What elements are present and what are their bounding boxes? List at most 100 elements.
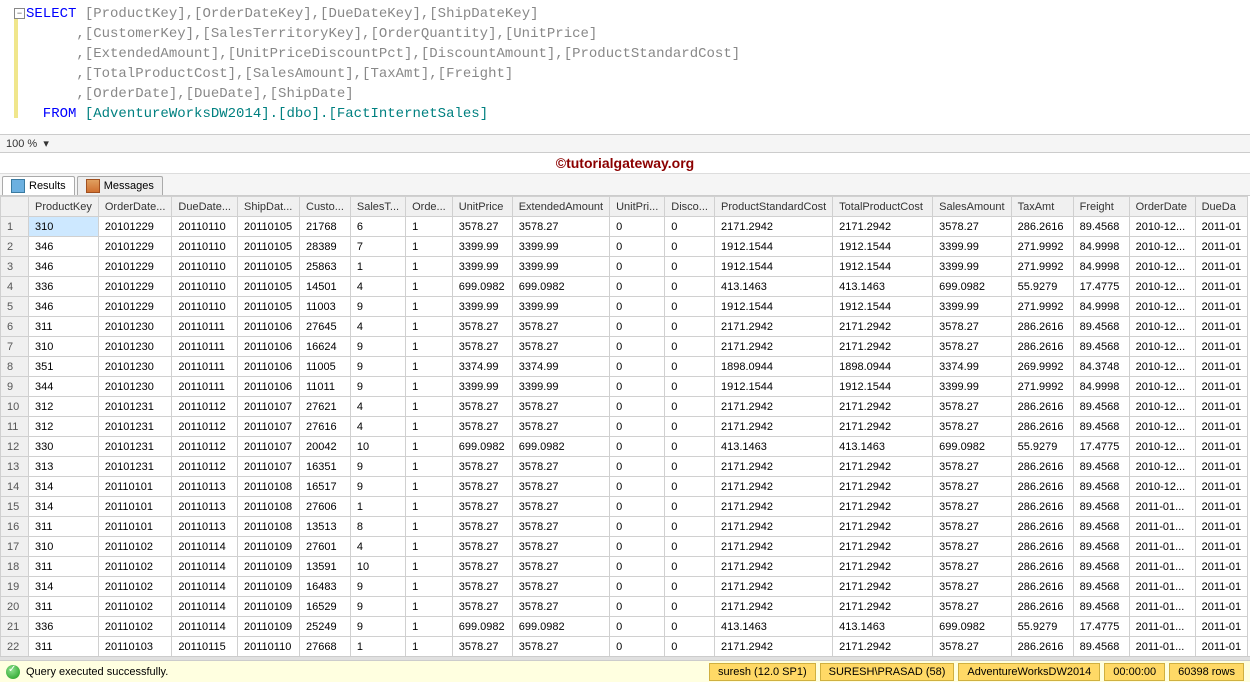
cell[interactable]: 0 xyxy=(610,377,665,397)
col-header[interactable]: ShipDat... xyxy=(238,197,300,217)
cell[interactable]: 55.9279 xyxy=(1011,437,1073,457)
cell[interactable]: 413.1463 xyxy=(833,437,933,457)
table-row[interactable]: 234620101229201101102011010528389713399.… xyxy=(1,237,1248,257)
cell[interactable]: 9 xyxy=(350,617,405,637)
cell[interactable]: 286.2616 xyxy=(1011,557,1073,577)
table-row[interactable]: 2031120110102201101142011010916529913578… xyxy=(1,597,1248,617)
cell[interactable]: 2010-12... xyxy=(1129,417,1195,437)
cell[interactable]: 9 xyxy=(350,377,405,397)
table-row[interactable]: 43362010122920110110201101051450141699.0… xyxy=(1,277,1248,297)
cell[interactable]: 0 xyxy=(665,217,715,237)
cell[interactable]: 311 xyxy=(29,317,99,337)
cell[interactable]: 2171.2942 xyxy=(833,597,933,617)
cell[interactable]: 2010-12... xyxy=(1129,257,1195,277)
cell[interactable]: 20110108 xyxy=(238,497,300,517)
cell[interactable]: 1 xyxy=(406,477,453,497)
cell[interactable]: 14 xyxy=(1,477,29,497)
cell[interactable]: 0 xyxy=(610,277,665,297)
cell[interactable]: 2011-01 xyxy=(1195,637,1248,657)
cell[interactable]: 20110107 xyxy=(238,417,300,437)
cell[interactable]: 0 xyxy=(610,257,665,277)
cell[interactable]: 1912.1544 xyxy=(714,237,832,257)
cell[interactable]: 0 xyxy=(665,517,715,537)
table-row[interactable]: 1631120110101201101132011010813513813578… xyxy=(1,517,1248,537)
cell[interactable]: 17.4775 xyxy=(1073,437,1129,457)
cell[interactable]: 2171.2942 xyxy=(714,497,832,517)
cell[interactable]: 699.0982 xyxy=(512,437,609,457)
cell[interactable]: 3578.27 xyxy=(933,417,1011,437)
cell[interactable]: 0 xyxy=(665,397,715,417)
col-header[interactable]: ProductStandardCost xyxy=(714,197,832,217)
cell[interactable]: 2011-01 xyxy=(1195,437,1248,457)
zoom-level[interactable]: 100 % ▾ xyxy=(0,134,1250,153)
cell[interactable]: 2171.2942 xyxy=(833,517,933,537)
cell[interactable]: 20110112 xyxy=(172,397,238,417)
cell[interactable]: 89.4568 xyxy=(1073,577,1129,597)
cell[interactable]: 84.9998 xyxy=(1073,297,1129,317)
cell[interactable]: 84.9998 xyxy=(1073,237,1129,257)
cell[interactable]: 3578.27 xyxy=(933,457,1011,477)
cell[interactable]: 0 xyxy=(665,377,715,397)
cell[interactable]: 310 xyxy=(29,337,99,357)
cell[interactable]: 20110110 xyxy=(172,257,238,277)
cell[interactable]: 699.0982 xyxy=(933,277,1011,297)
table-row[interactable]: 1031220101231201101122011010727621413578… xyxy=(1,397,1248,417)
cell[interactable]: 346 xyxy=(29,257,99,277)
col-header[interactable]: OrderDate... xyxy=(98,197,172,217)
cell[interactable]: 311 xyxy=(29,597,99,617)
cell[interactable]: 2011-01 xyxy=(1195,297,1248,317)
cell[interactable]: 3578.27 xyxy=(452,577,512,597)
cell[interactable]: 336 xyxy=(29,277,99,297)
cell[interactable]: 1 xyxy=(406,417,453,437)
cell[interactable]: 27645 xyxy=(300,317,351,337)
cell[interactable]: 1 xyxy=(406,377,453,397)
cell[interactable]: 20110108 xyxy=(238,517,300,537)
cell[interactable]: 20110106 xyxy=(238,377,300,397)
table-row[interactable]: 934420101230201101112011010611011913399.… xyxy=(1,377,1248,397)
cell[interactable]: 20110109 xyxy=(238,597,300,617)
cell[interactable]: 286.2616 xyxy=(1011,477,1073,497)
cell[interactable]: 3399.99 xyxy=(512,297,609,317)
cell[interactable]: 2171.2942 xyxy=(714,317,832,337)
table-row[interactable]: 1431420110101201101132011010816517913578… xyxy=(1,477,1248,497)
cell[interactable]: 0 xyxy=(610,417,665,437)
cell[interactable]: 1 xyxy=(350,637,405,657)
cell[interactable]: 1 xyxy=(406,317,453,337)
cell[interactable]: 336 xyxy=(29,617,99,637)
cell[interactable]: 413.1463 xyxy=(833,617,933,637)
cell[interactable]: 2171.2942 xyxy=(833,577,933,597)
cell[interactable]: 2010-12... xyxy=(1129,317,1195,337)
cell[interactable]: 3578.27 xyxy=(452,217,512,237)
cell[interactable]: 0 xyxy=(610,637,665,657)
cell[interactable]: 0 xyxy=(665,437,715,457)
cell[interactable]: 3578.27 xyxy=(512,597,609,617)
cell[interactable]: 699.0982 xyxy=(512,617,609,637)
cell[interactable]: 3578.27 xyxy=(512,497,609,517)
col-header[interactable] xyxy=(1,197,29,217)
cell[interactable]: 3578.27 xyxy=(512,397,609,417)
cell[interactable]: 2171.2942 xyxy=(714,637,832,657)
cell[interactable]: 20101231 xyxy=(98,417,172,437)
cell[interactable]: 699.0982 xyxy=(933,617,1011,637)
cell[interactable]: 27668 xyxy=(300,637,351,657)
cell[interactable]: 3399.99 xyxy=(933,257,1011,277)
cell[interactable]: 2010-12... xyxy=(1129,277,1195,297)
cell[interactable]: 16351 xyxy=(300,457,351,477)
cell[interactable]: 17.4775 xyxy=(1073,277,1129,297)
cell[interactable]: 2011-01 xyxy=(1195,457,1248,477)
cell[interactable]: 20101229 xyxy=(98,277,172,297)
cell[interactable]: 2171.2942 xyxy=(833,397,933,417)
cell[interactable]: 2171.2942 xyxy=(833,217,933,237)
col-header[interactable]: SalesT... xyxy=(350,197,405,217)
cell[interactable]: 0 xyxy=(665,537,715,557)
cell[interactable]: 1912.1544 xyxy=(714,297,832,317)
cell[interactable]: 89.4568 xyxy=(1073,637,1129,657)
cell[interactable]: 1 xyxy=(406,637,453,657)
cell[interactable]: 3578.27 xyxy=(452,517,512,537)
cell[interactable]: 2011-01... xyxy=(1129,537,1195,557)
sql-editor[interactable]: − SELECT [ProductKey],[OrderDateKey],[Du… xyxy=(0,0,1250,134)
cell[interactable]: 2011-01 xyxy=(1195,417,1248,437)
cell[interactable]: 271.9992 xyxy=(1011,257,1073,277)
cell[interactable]: 3578.27 xyxy=(512,337,609,357)
cell[interactable]: 55.9279 xyxy=(1011,617,1073,637)
